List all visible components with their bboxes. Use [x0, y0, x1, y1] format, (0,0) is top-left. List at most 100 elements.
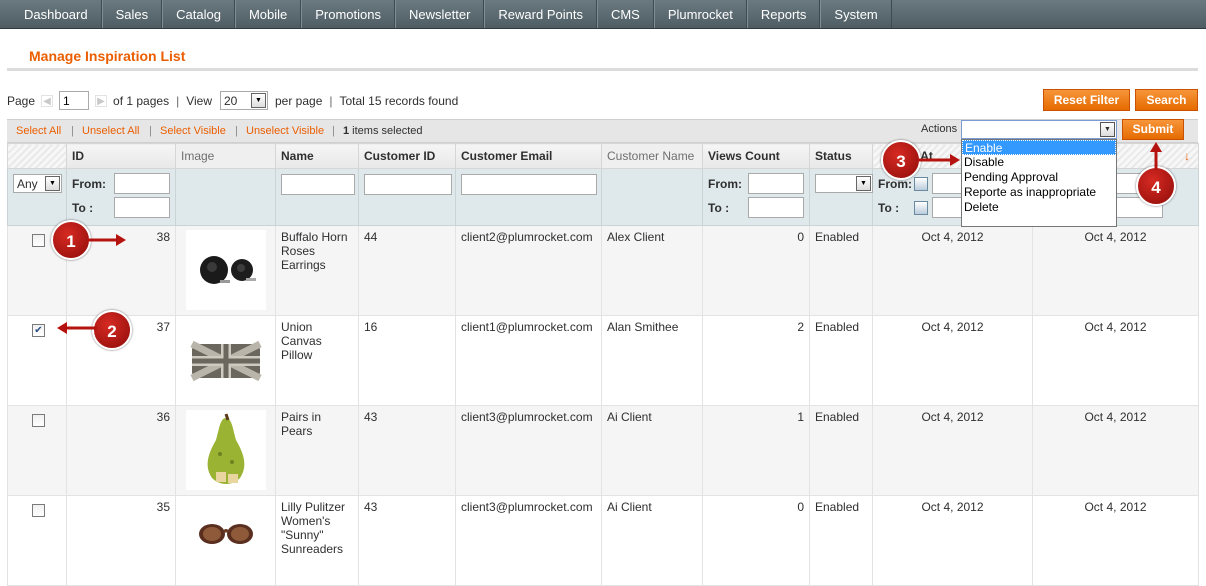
- reset-filter-button[interactable]: Reset Filter: [1043, 89, 1130, 111]
- select-all-link[interactable]: Select All: [16, 125, 61, 137]
- action-option-enable[interactable]: Enable: [962, 140, 1116, 155]
- calendar-icon[interactable]: [914, 200, 928, 215]
- nav-dashboard[interactable]: Dashboard: [0, 0, 102, 28]
- filter-views: From: To :: [702, 168, 810, 226]
- cell-name: Buffalo Horn Roses Earrings: [275, 225, 359, 316]
- to-label: To :: [708, 200, 730, 215]
- earrings-image: [186, 230, 266, 310]
- select-visible-link[interactable]: Select Visible: [160, 125, 226, 137]
- cell-created: Oct 4, 2012: [872, 495, 1033, 586]
- cell-customer-id: 44: [358, 225, 456, 316]
- col-name[interactable]: Name: [275, 143, 359, 169]
- col-customer-id[interactable]: Customer ID: [358, 143, 456, 169]
- nav-promotions[interactable]: Promotions: [301, 0, 395, 28]
- nav-reports[interactable]: Reports: [746, 0, 821, 28]
- cell-image: [175, 315, 276, 406]
- cell-id: 35: [66, 495, 176, 586]
- divider: |: [176, 93, 180, 108]
- col-customer-email[interactable]: Customer Email: [455, 143, 602, 169]
- filter-customer-email: [455, 168, 602, 226]
- cell-name: Union Canvas Pillow: [275, 315, 359, 406]
- row-checkbox[interactable]: [32, 234, 45, 247]
- cell-status: Enabled: [809, 225, 873, 316]
- submit-button[interactable]: Submit: [1122, 119, 1184, 140]
- cell-status: Enabled: [809, 315, 873, 406]
- page-title: Manage Inspiration List: [29, 48, 186, 64]
- nav-plumrocket[interactable]: Plumrocket: [653, 0, 747, 28]
- row-checkbox-checked[interactable]: ✔: [32, 324, 45, 337]
- cell-views: 2: [702, 315, 810, 406]
- action-option-report-inappropriate[interactable]: Reporte as inappropriate: [962, 185, 1116, 200]
- chevron-down-icon: ▼: [856, 176, 871, 191]
- cell-updated: Oct 4, 2012: [1032, 315, 1199, 406]
- unselect-all-link[interactable]: Unselect All: [82, 125, 139, 137]
- id-from-input[interactable]: [114, 173, 170, 194]
- sort-arrow-icon: ↓: [1184, 149, 1190, 163]
- action-option-delete[interactable]: Delete: [962, 200, 1116, 215]
- col-image: Image: [175, 143, 276, 169]
- cell-status: Enabled: [809, 495, 873, 586]
- email-filter-input[interactable]: [461, 174, 597, 195]
- items-selected: 1 items selected: [343, 125, 423, 137]
- name-filter-input[interactable]: [281, 174, 355, 195]
- to-label: To :: [72, 200, 94, 215]
- row-checkbox-cell: [7, 405, 67, 496]
- nav-sales[interactable]: Sales: [101, 0, 163, 28]
- cell-customer-id: 16: [358, 315, 456, 406]
- from-label: From:: [708, 176, 742, 191]
- per-page-value: 20: [224, 93, 238, 108]
- cell-name: Pairs in Pears: [275, 405, 359, 496]
- unselect-visible-link[interactable]: Unselect Visible: [246, 125, 324, 137]
- table-row[interactable]: 35 Lilly Pulitzer Women's "Sunny" Sunrea…: [7, 495, 1199, 586]
- customer-id-filter-input[interactable]: [364, 174, 452, 195]
- row-checkbox[interactable]: [32, 504, 45, 517]
- cell-customer-name: Alex Client: [601, 225, 703, 316]
- title-divider: [7, 68, 1198, 71]
- id-to-input[interactable]: [114, 197, 170, 218]
- search-button[interactable]: Search: [1135, 89, 1198, 111]
- actions-select[interactable]: ▼: [961, 120, 1117, 139]
- view-label: View: [186, 93, 212, 108]
- filter-image: [175, 168, 276, 226]
- nav-reward-points[interactable]: Reward Points: [484, 0, 597, 28]
- page-input[interactable]: [59, 91, 90, 110]
- actions-dropdown-menu: Enable Disable Pending Approval Reporte …: [961, 139, 1117, 227]
- col-massaction: [7, 143, 67, 169]
- pear-image: [186, 410, 266, 490]
- col-status[interactable]: Status: [809, 143, 873, 169]
- divider: |: [149, 125, 152, 137]
- divider: |: [235, 125, 238, 137]
- nav-catalog[interactable]: Catalog: [162, 0, 235, 28]
- row-checkbox[interactable]: [32, 414, 45, 427]
- col-views-count[interactable]: Views Count: [702, 143, 810, 169]
- per-page-select[interactable]: 20 ▼: [220, 91, 268, 110]
- nav-system[interactable]: System: [820, 0, 892, 28]
- action-option-disable[interactable]: Disable: [962, 155, 1116, 170]
- table-row[interactable]: 38 Buffalo Horn Roses Earrings 44 client…: [7, 225, 1199, 316]
- from-label: From:: [72, 176, 106, 191]
- cell-created: Oct 4, 2012: [872, 315, 1033, 406]
- calendar-icon[interactable]: [914, 176, 928, 191]
- any-select[interactable]: Any ▼: [13, 174, 62, 193]
- views-to-input[interactable]: [748, 197, 804, 218]
- next-page-icon[interactable]: ▶: [95, 94, 108, 107]
- cell-views: 0: [702, 495, 810, 586]
- nav-newsletter[interactable]: Newsletter: [395, 0, 485, 28]
- prev-page-icon[interactable]: ◀: [41, 94, 54, 107]
- callout-badge-2: 2: [92, 310, 132, 350]
- cell-image: [175, 225, 276, 316]
- cell-customer-id: 43: [358, 405, 456, 496]
- nav-mobile[interactable]: Mobile: [234, 0, 302, 28]
- table-row[interactable]: ✔ 37 Union Canvas Pillow 16 client1@plum…: [7, 315, 1199, 406]
- filter-massaction: Any ▼: [7, 168, 67, 226]
- chevron-down-icon: ▼: [45, 176, 60, 191]
- status-filter-select[interactable]: ▼: [815, 174, 873, 193]
- action-option-pending-approval[interactable]: Pending Approval: [962, 170, 1116, 185]
- cell-name: Lilly Pulitzer Women's "Sunny" Sunreader…: [275, 495, 359, 586]
- cell-updated: Oct 4, 2012: [1032, 405, 1199, 496]
- col-id[interactable]: ID: [66, 143, 176, 169]
- divider: |: [332, 125, 335, 137]
- table-row[interactable]: 36 Pairs in Pears 43 client3@plumrocket.…: [7, 405, 1199, 496]
- views-from-input[interactable]: [748, 173, 804, 194]
- nav-cms[interactable]: CMS: [596, 0, 654, 28]
